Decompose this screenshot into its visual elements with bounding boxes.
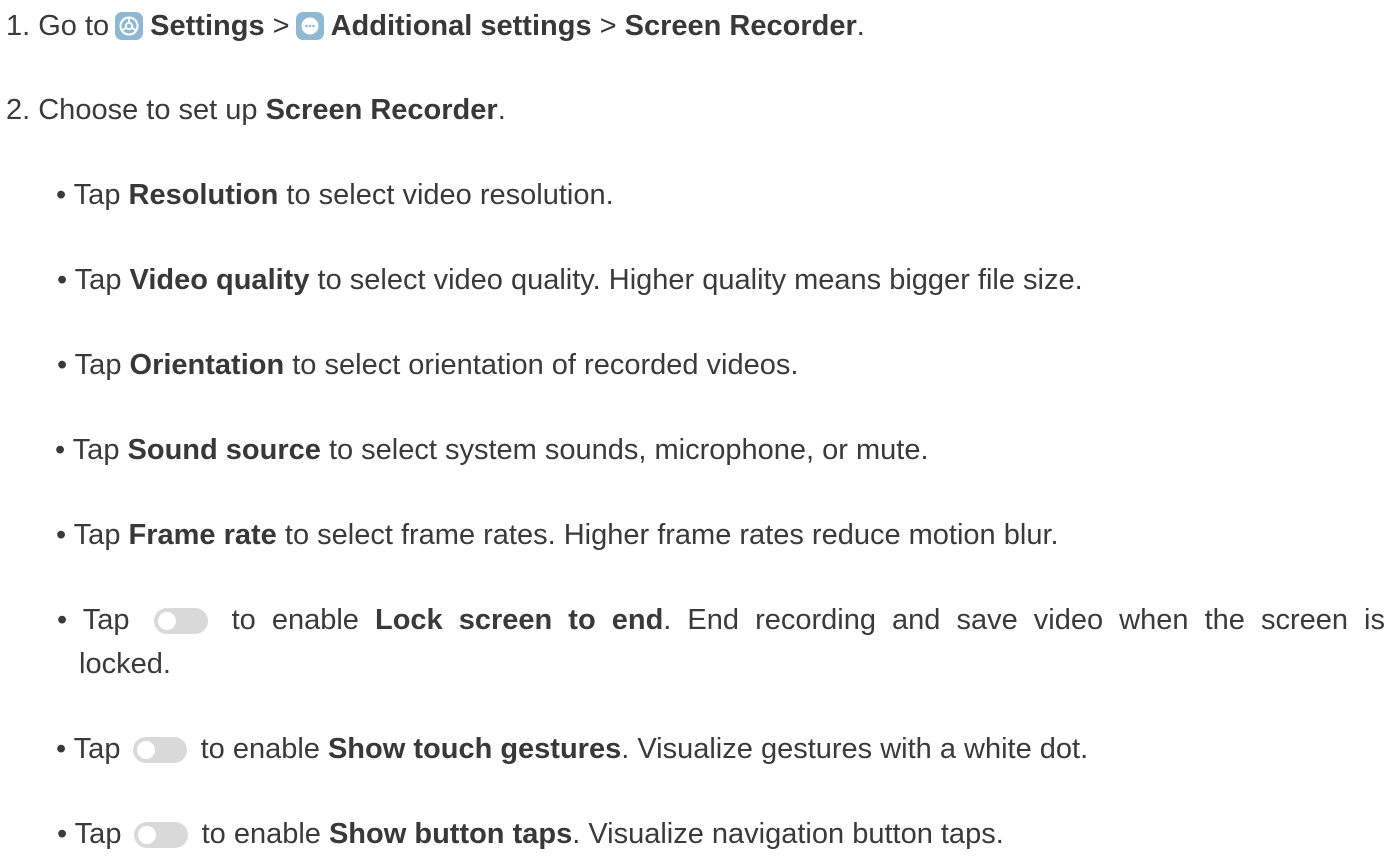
separator: > [272, 10, 290, 42]
bullet-text: . End recording and save video when the … [663, 604, 1385, 636]
lock-screen-label: Lock screen to end [374, 604, 664, 636]
bullet-mid: to enable [200, 733, 320, 765]
more-dots-icon [295, 12, 324, 40]
bullet-lock-screen-continuation: locked. [79, 646, 171, 682]
bullet-prefix: • Tap [57, 818, 122, 850]
bullet-orientation: • Tap Orientation to select orientation … [57, 347, 798, 383]
step-1: 1. Go to Settings > Additional settings > … [6, 8, 865, 44]
screen-recorder-label: Screen Recorder [624, 10, 857, 42]
settings-label: Settings [150, 10, 265, 42]
sound-source-label: Sound source [127, 434, 321, 466]
video-quality-label: Video quality [129, 264, 310, 296]
bullet-resolution: • Tap Resolution to select video resolut… [56, 177, 614, 213]
bullet-video-quality: • Tap Video quality to select video qual… [57, 262, 1083, 298]
bullet-prefix: • Tap [57, 264, 122, 296]
bullet-text: to select frame rates. Higher frame rate… [284, 519, 1059, 551]
period: . [856, 10, 865, 42]
bullet-show-button-taps: • Tap to enable Show button taps. Visual… [57, 816, 1004, 852]
period: . [497, 94, 506, 126]
bullet-text: . Visualize gestures with a white dot. [621, 733, 1089, 765]
resolution-label: Resolution [128, 179, 279, 211]
separator: > [599, 10, 617, 42]
toggle-switch-off-icon[interactable] [153, 608, 208, 634]
step-2-prefix: 2. Choose to set up [6, 94, 258, 126]
bullet-text: . Visualize navigation button taps. [572, 818, 1004, 850]
bullet-sound-source: • Tap Sound source to select system soun… [55, 432, 929, 468]
screen-recorder-label: Screen Recorder [265, 94, 498, 126]
show-touch-gestures-label: Show touch gestures [327, 733, 622, 765]
bullet-prefix: • Tap [56, 733, 121, 765]
bullet-text: to select system sounds, microphone, or … [328, 434, 929, 466]
show-button-taps-label: Show button taps [328, 818, 573, 850]
toggle-switch-off-icon[interactable] [133, 822, 188, 848]
frame-rate-label: Frame rate [128, 519, 277, 551]
bullet-continuation: locked. [79, 648, 171, 680]
bullet-prefix: • Tap [55, 434, 120, 466]
bullet-prefix: • Tap [57, 349, 122, 381]
bullet-mid: to enable [231, 604, 359, 636]
additional-settings-label: Additional settings [330, 10, 592, 42]
bullet-frame-rate: • Tap Frame rate to select frame rates. … [56, 517, 1059, 553]
settings-gear-icon [115, 12, 144, 40]
step-1-prefix: 1. Go to [6, 10, 110, 42]
bullet-text: to select orientation of recorded videos… [292, 349, 799, 381]
bullet-prefix: • Tap [57, 604, 130, 636]
bullet-text: to select video quality. Higher quality … [317, 264, 1083, 296]
bullet-show-touch-gestures: • Tap to enable Show touch gestures. Vis… [56, 731, 1088, 767]
bullet-lock-screen: • Tap to enable Lock screen to end. End … [57, 602, 1385, 638]
step-2: 2. Choose to set up Screen Recorder. [6, 92, 506, 128]
bullet-prefix: • Tap [56, 179, 121, 211]
bullet-prefix: • Tap [56, 519, 121, 551]
bullet-text: to select video resolution. [286, 179, 614, 211]
toggle-switch-off-icon[interactable] [132, 737, 187, 763]
orientation-label: Orientation [129, 349, 285, 381]
bullet-mid: to enable [201, 818, 321, 850]
